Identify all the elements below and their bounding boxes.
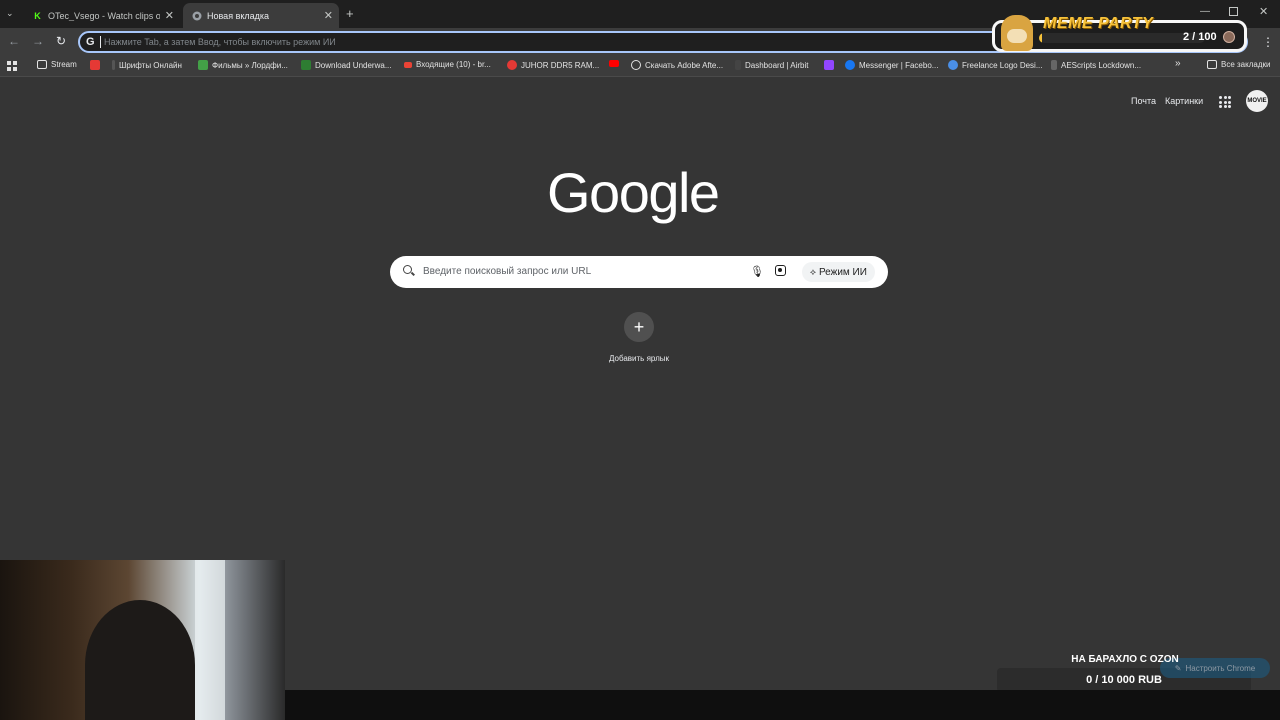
text-cursor [100, 36, 101, 48]
facebook-icon [845, 60, 855, 70]
doge-icon [1001, 15, 1033, 51]
google-apps-icon[interactable] [1219, 96, 1231, 108]
restore-icon[interactable] [1229, 7, 1238, 16]
bookmark-icon [112, 60, 115, 70]
coin-icon [1223, 31, 1235, 43]
bookmarks-bar: Stream Шрифты Онлайн Фильмы » Лордфи... … [0, 56, 1280, 77]
bookmark-icon [1051, 60, 1057, 70]
close-tab-icon[interactable]: ✕ [165, 9, 174, 22]
streamer-silhouette [85, 600, 195, 720]
tab-title: OTec_Vsego - Watch clips on K [48, 10, 160, 21]
ai-mode-label: Режим ИИ [818, 266, 867, 278]
bookmark-gmail[interactable]: Входящие (10) - br... [404, 60, 491, 69]
bottom-strip [285, 690, 1280, 720]
tab-new-tab[interactable]: Новая вкладка ✕ [183, 3, 339, 28]
webcam-feed [0, 560, 285, 720]
microphone-icon[interactable]: 🎙︎ [750, 265, 764, 278]
bookmark-airbit[interactable]: Dashboard | Airbit [735, 60, 808, 70]
bookmark-stream[interactable]: Stream [37, 60, 77, 69]
tab-title: Новая вкладка [207, 10, 270, 21]
chrome-icon [191, 10, 202, 21]
meme-party-widget: MEME PARTY 2 / 100 [992, 15, 1247, 52]
menu-icon[interactable]: ⋮ [1262, 35, 1274, 49]
bookmark-youtube[interactable] [609, 60, 623, 67]
sparkle-search-icon: ⟡ [810, 266, 816, 277]
bookmark-icon [507, 60, 517, 70]
kick-icon: K [34, 10, 41, 21]
bookmark-icon [198, 60, 208, 70]
bookmark-icon [735, 60, 741, 70]
bookmark-adobe[interactable]: Скачать Adobe Afte... [631, 60, 723, 70]
goal-value: 0 / 10 000 RUB [1086, 674, 1162, 686]
globe-icon [631, 60, 641, 70]
bookmark-freelance[interactable]: Freelance Logo Desi... [948, 60, 1043, 70]
bookmark-red[interactable] [90, 60, 104, 70]
search-input[interactable]: Введите поисковый запрос или URL [423, 266, 591, 277]
google-g-icon: G [86, 36, 95, 48]
forward-icon[interactable]: → [32, 34, 44, 48]
window-light [195, 560, 225, 720]
bookmark-messenger[interactable]: Messenger | Facebo... [845, 60, 938, 70]
bookmark-icon [301, 60, 311, 70]
meme-party-progress [1039, 33, 1205, 43]
bookmark-download[interactable]: Download Underwa... [301, 60, 391, 70]
bookmark-icon [90, 60, 100, 70]
close-window-icon[interactable]: ✕ [1259, 5, 1268, 18]
google-lens-icon[interactable] [775, 265, 786, 276]
minimize-icon[interactable]: — [1200, 6, 1210, 17]
globe-icon [948, 60, 958, 70]
youtube-icon [609, 60, 619, 67]
bookmark-films[interactable]: Фильмы » Лордфи... [198, 60, 288, 70]
omnibox-placeholder: Нажмите Tab, а затем Ввод, чтобы включит… [104, 37, 336, 47]
add-shortcut-label: Добавить ярлык [608, 354, 669, 363]
folder-icon [37, 60, 47, 69]
ai-mode-button[interactable]: ⟡ Режим ИИ [802, 262, 875, 282]
more-bookmarks-icon[interactable]: » [1175, 58, 1181, 69]
meme-party-title: MEME PARTY [1043, 15, 1154, 32]
goal-label: НА БАРАХЛО С OZON [1071, 654, 1179, 665]
avatar[interactable]: MOVIE [1246, 90, 1268, 112]
bookmark-aescripts[interactable]: AEScripts Lockdown... [1051, 60, 1141, 70]
twitch-icon [824, 60, 834, 70]
add-shortcut-button[interactable]: + [624, 312, 654, 342]
images-link[interactable]: Картинки [1165, 96, 1203, 106]
folder-icon [1207, 60, 1217, 69]
bookmark-juhor[interactable]: JUHOR DDR5 RAM... [507, 60, 599, 70]
google-logo: Google [547, 161, 720, 224]
gmail-icon [404, 61, 412, 68]
new-tab-icon[interactable]: + [346, 6, 354, 21]
reload-icon[interactable]: ↻ [56, 34, 66, 48]
mail-link[interactable]: Почта [1131, 96, 1156, 106]
tab-otec[interactable]: K OTec_Vsego - Watch clips on K ✕ [24, 3, 180, 28]
close-tab-icon[interactable]: ✕ [324, 9, 333, 22]
bookmark-fonts[interactable]: Шрифты Онлайн [112, 60, 182, 70]
search-box[interactable]: Введите поисковый запрос или URL 🎙︎ ⟡ Ре… [390, 256, 888, 288]
all-bookmarks[interactable]: Все закладки [1207, 60, 1270, 69]
back-icon[interactable]: ← [8, 34, 20, 48]
bookmark-twitch[interactable] [824, 60, 838, 70]
search-icon [403, 265, 412, 274]
meme-party-count: 2 / 100 [1183, 31, 1217, 43]
apps-grid-icon[interactable] [7, 61, 17, 71]
meme-party-progress-fill [1039, 33, 1043, 43]
tab-search-icon[interactable]: ⌄ [6, 8, 14, 19]
